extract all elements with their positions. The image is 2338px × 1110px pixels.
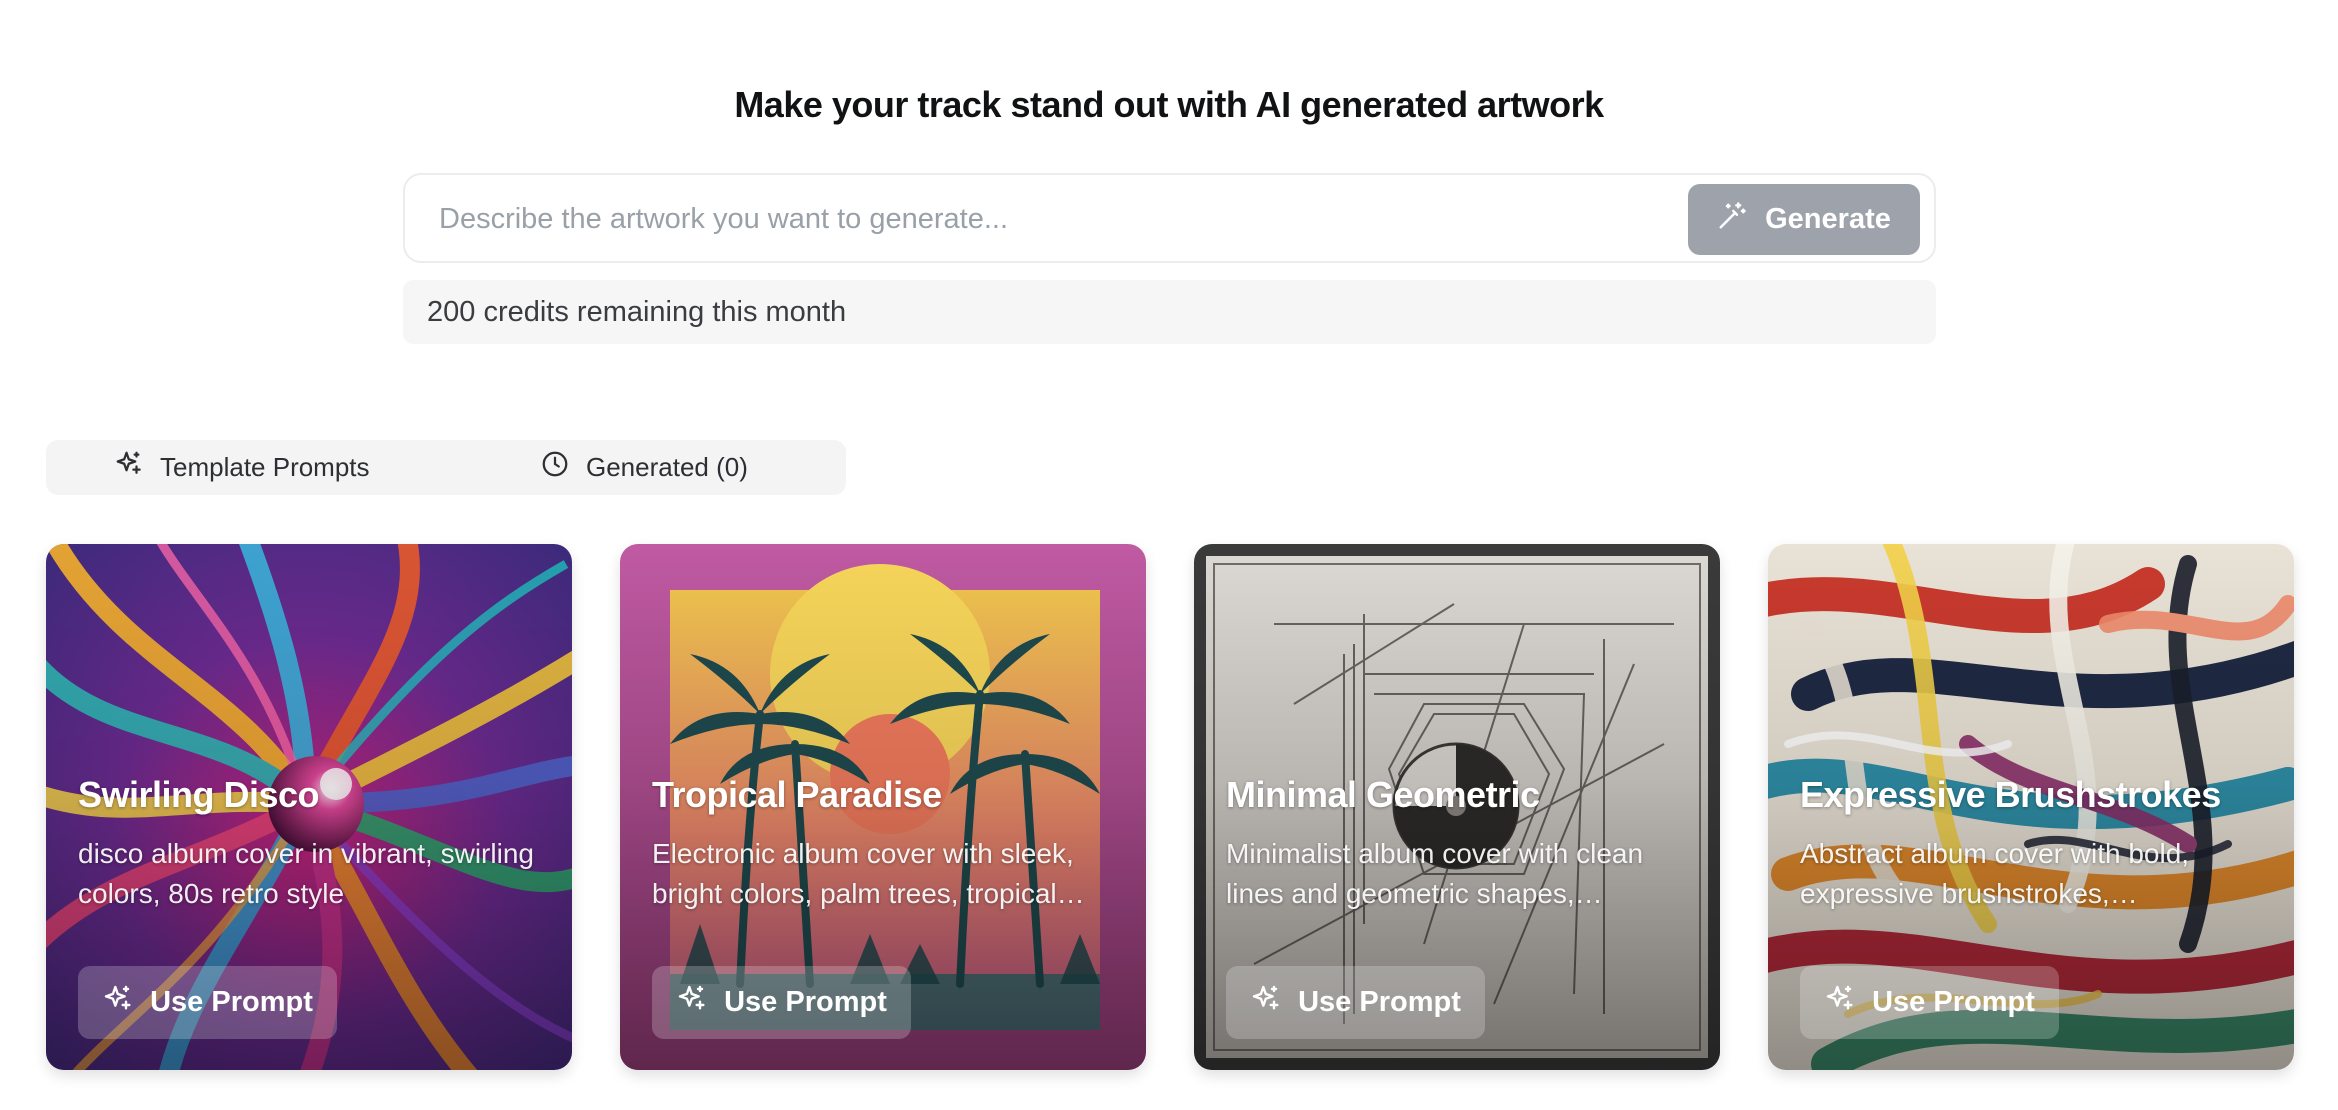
sparkles-icon [676,983,708,1023]
card-title: Swirling Disco [78,774,320,815]
tab-bar: Template Prompts Generated (0) [46,440,846,495]
generate-button[interactable]: Generate [1688,184,1920,255]
use-prompt-button[interactable]: Use Prompt [1226,966,1485,1039]
tab-label: Template Prompts [160,452,370,482]
use-prompt-label: Use Prompt [150,986,313,1018]
use-prompt-button[interactable]: Use Prompt [1800,966,2059,1039]
tab-template-prompts[interactable]: Template Prompts [114,449,370,486]
card-title: Tropical Paradise [652,774,942,815]
use-prompt-label: Use Prompt [724,986,887,1018]
card-description: Abstract album cover with bold, expressi… [1800,838,2190,909]
page-title: Make your track stand out with AI genera… [734,84,1604,125]
magic-wand-icon [1717,201,1747,239]
use-prompt-button[interactable]: Use Prompt [78,966,337,1039]
card-description: Minimalist album cover with clean lines … [1226,838,1644,909]
sparkles-icon [102,983,134,1023]
card-description: disco album cover in vibrant, swirling c… [78,838,534,909]
clock-icon [540,449,570,486]
tab-label: Generated (0) [586,452,748,482]
sparkles-icon [1824,983,1856,1023]
sparkles-icon [1250,983,1282,1023]
template-card-minimal-geometric: Minimal Geometric Minimalist album cover… [1194,544,1720,1070]
prompt-input[interactable] [437,197,1671,241]
card-title: Expressive Brushstrokes [1800,774,2221,815]
prompt-bar: Generate [403,173,1936,263]
card-title: Minimal Geometric [1226,774,1540,815]
generate-label: Generate [1765,203,1891,235]
use-prompt-label: Use Prompt [1298,986,1461,1018]
template-card-tropical-paradise: Tropical Paradise Electronic album cover… [620,544,1146,1070]
use-prompt-label: Use Prompt [1872,986,2035,1018]
sparkles-icon [114,449,144,486]
tab-generated[interactable]: Generated (0) [540,449,748,486]
card-description: Electronic album cover with sleek, brigh… [652,838,1074,909]
template-card-expressive-brushstrokes: Expressive Brushstrokes Abstract album c… [1768,544,2294,1070]
template-card-swirling-disco: Swirling Disco disco album cover in vibr… [46,544,572,1070]
use-prompt-button[interactable]: Use Prompt [652,966,911,1039]
credits-remaining: 200 credits remaining this month [403,280,1936,344]
